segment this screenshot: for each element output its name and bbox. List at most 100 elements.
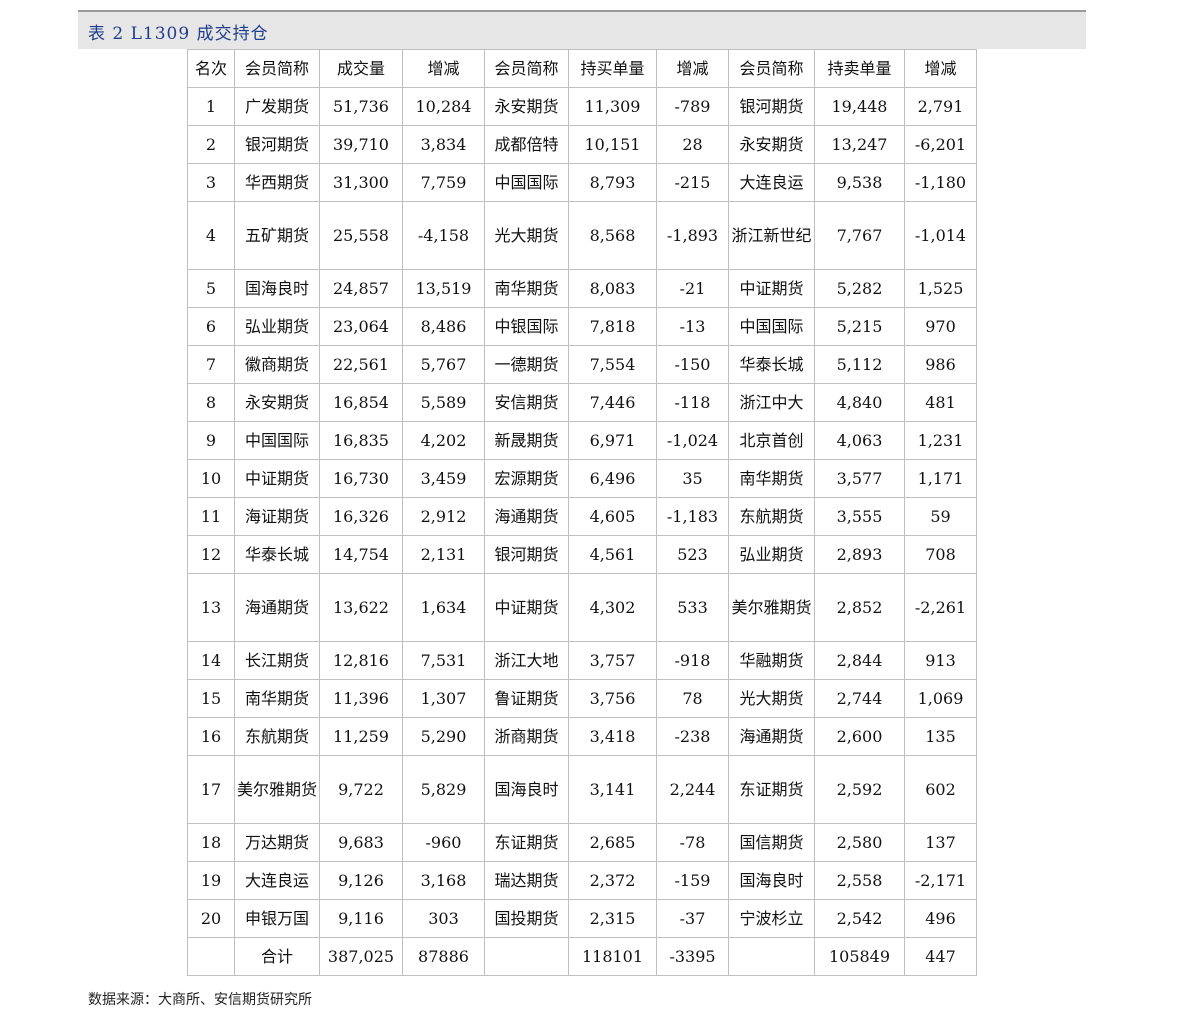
table-cell: 11 — [187, 497, 235, 536]
table-cell: 2,844 — [814, 641, 905, 680]
table-cell: 986 — [904, 345, 977, 384]
table-cell: 14,754 — [319, 535, 403, 574]
table-cell: 1,171 — [904, 459, 977, 498]
table-cell: 中证期货 — [234, 459, 320, 498]
table-cell: 9 — [187, 421, 235, 460]
table-cell: 华泰长城 — [728, 345, 815, 384]
table-cell: -1,014 — [904, 201, 977, 270]
column-header: 增减 — [656, 49, 729, 88]
table-cell: 13,622 — [319, 573, 403, 642]
table-cell: 广发期货 — [234, 87, 320, 126]
table-cell: 2 — [187, 125, 235, 164]
table-cell: 银河期货 — [728, 87, 815, 126]
table-cell: -13 — [656, 307, 729, 346]
table-row: 6 弘业期货 23,064 8,486 中银国际 7,818 -13 中国国际 5,215 970 — [187, 307, 977, 346]
table-cell: 5,282 — [814, 269, 905, 308]
table-cell: 7 — [187, 345, 235, 384]
table-cell: 105849 — [814, 937, 905, 976]
table-cell: 4,202 — [402, 421, 485, 460]
table-row: 7 徽商期货 22,561 5,767 一德期货 7,554 -150 华泰长城 5,112 98… — [187, 345, 977, 384]
table-cell: 2,893 — [814, 535, 905, 574]
table-cell: 5,589 — [402, 383, 485, 422]
table-cell: 7,818 — [568, 307, 657, 346]
column-header: 名次 — [187, 49, 235, 88]
table-cell: 10 — [187, 459, 235, 498]
table-cell: 7,767 — [814, 201, 905, 270]
table-cell: 徽商期货 — [234, 345, 320, 384]
table-cell: 合计 — [234, 937, 320, 976]
table-cell: -1,893 — [656, 201, 729, 270]
table-cell: 2,372 — [568, 861, 657, 900]
table-cell: 3,834 — [402, 125, 485, 164]
trading-position-table: 名次 会员简称 成交量 增减 会员简称 持买单量 增减 会员简称 持卖单量 增减 1 广发期货 51,7… — [187, 49, 977, 976]
table-cell: 970 — [904, 307, 977, 346]
table-cell: 东证期货 — [728, 755, 815, 824]
table-cell: 海通期货 — [728, 717, 815, 756]
table-cell: 2,542 — [814, 899, 905, 938]
table-cell: 国投期货 — [484, 899, 569, 938]
table-cell: 3,757 — [568, 641, 657, 680]
table-cell: 大连良运 — [728, 163, 815, 202]
table-cell: 16,835 — [319, 421, 403, 460]
table-cell: 5,767 — [402, 345, 485, 384]
table-cell: 宁波杉立 — [728, 899, 815, 938]
table-cell — [484, 937, 569, 976]
table-cell: 4,063 — [814, 421, 905, 460]
table-cell: 19,448 — [814, 87, 905, 126]
table-cell: 78 — [656, 679, 729, 718]
table-cell: -1,183 — [656, 497, 729, 536]
table-cell — [728, 937, 815, 976]
table-cell: 6,971 — [568, 421, 657, 460]
table-cell: 万达期货 — [234, 823, 320, 862]
table-cell: 2,592 — [814, 755, 905, 824]
table-cell: 3,141 — [568, 755, 657, 824]
table-cell: 华融期货 — [728, 641, 815, 680]
table-cell: 13,247 — [814, 125, 905, 164]
table-cell: 11,396 — [319, 679, 403, 718]
table-cell: 永安期货 — [234, 383, 320, 422]
table-cell: 宏源期货 — [484, 459, 569, 498]
table-cell: 2,791 — [904, 87, 977, 126]
table-cell: 7,554 — [568, 345, 657, 384]
table-cell: 9,683 — [319, 823, 403, 862]
table-cell: -1,180 — [904, 163, 977, 202]
table-title: 表 2 L1309 成交持仓 — [88, 24, 269, 44]
table-cell: 8,083 — [568, 269, 657, 308]
table-cell: 1,231 — [904, 421, 977, 460]
table-cell: 10,284 — [402, 87, 485, 126]
table-cell: 5,215 — [814, 307, 905, 346]
table-row: 2 银河期货 39,710 3,834 成都倍特 10,151 28 永安期货 13,247 -6… — [187, 125, 977, 164]
table-cell: 11,259 — [319, 717, 403, 756]
table-cell — [187, 937, 235, 976]
table-cell: 19 — [187, 861, 235, 900]
table-cell: 523 — [656, 535, 729, 574]
table-cell: 3,756 — [568, 679, 657, 718]
table-cell: 安信期货 — [484, 383, 569, 422]
table-cell: -37 — [656, 899, 729, 938]
table-cell: 39,710 — [319, 125, 403, 164]
table-cell: -159 — [656, 861, 729, 900]
table-cell: 303 — [402, 899, 485, 938]
table-cell: 3,418 — [568, 717, 657, 756]
table-cell: 3,577 — [814, 459, 905, 498]
table-cell: 五矿期货 — [234, 201, 320, 270]
table-cell: 东证期货 — [484, 823, 569, 862]
table-cell: -4,158 — [402, 201, 485, 270]
table-cell: 4,302 — [568, 573, 657, 642]
column-header: 会员简称 — [484, 49, 569, 88]
column-header: 成交量 — [319, 49, 403, 88]
table-cell: 1,307 — [402, 679, 485, 718]
table-row: 20 申银万国 9,116 303 国投期货 2,315 -37 宁波杉立 2,542 496 — [187, 899, 977, 938]
table-cell: 南华期货 — [234, 679, 320, 718]
table-cell: 7,446 — [568, 383, 657, 422]
table-cell: 7,759 — [402, 163, 485, 202]
table-cell: 成都倍特 — [484, 125, 569, 164]
table-cell: 13,519 — [402, 269, 485, 308]
table-row: 18 万达期货 9,683 -960 东证期货 2,685 -78 国信期货 2,580 137 — [187, 823, 977, 862]
table-cell: 1,069 — [904, 679, 977, 718]
table-row: 1 广发期货 51,736 10,284 永安期货 11,309 -789 银河期货 19,44… — [187, 87, 977, 126]
table-cell: 2,600 — [814, 717, 905, 756]
table-header-row: 名次 会员简称 成交量 增减 会员简称 持买单量 增减 会员简称 持卖单量 增减 — [187, 49, 977, 88]
table-cell: 1,634 — [402, 573, 485, 642]
table-cell: 2,852 — [814, 573, 905, 642]
